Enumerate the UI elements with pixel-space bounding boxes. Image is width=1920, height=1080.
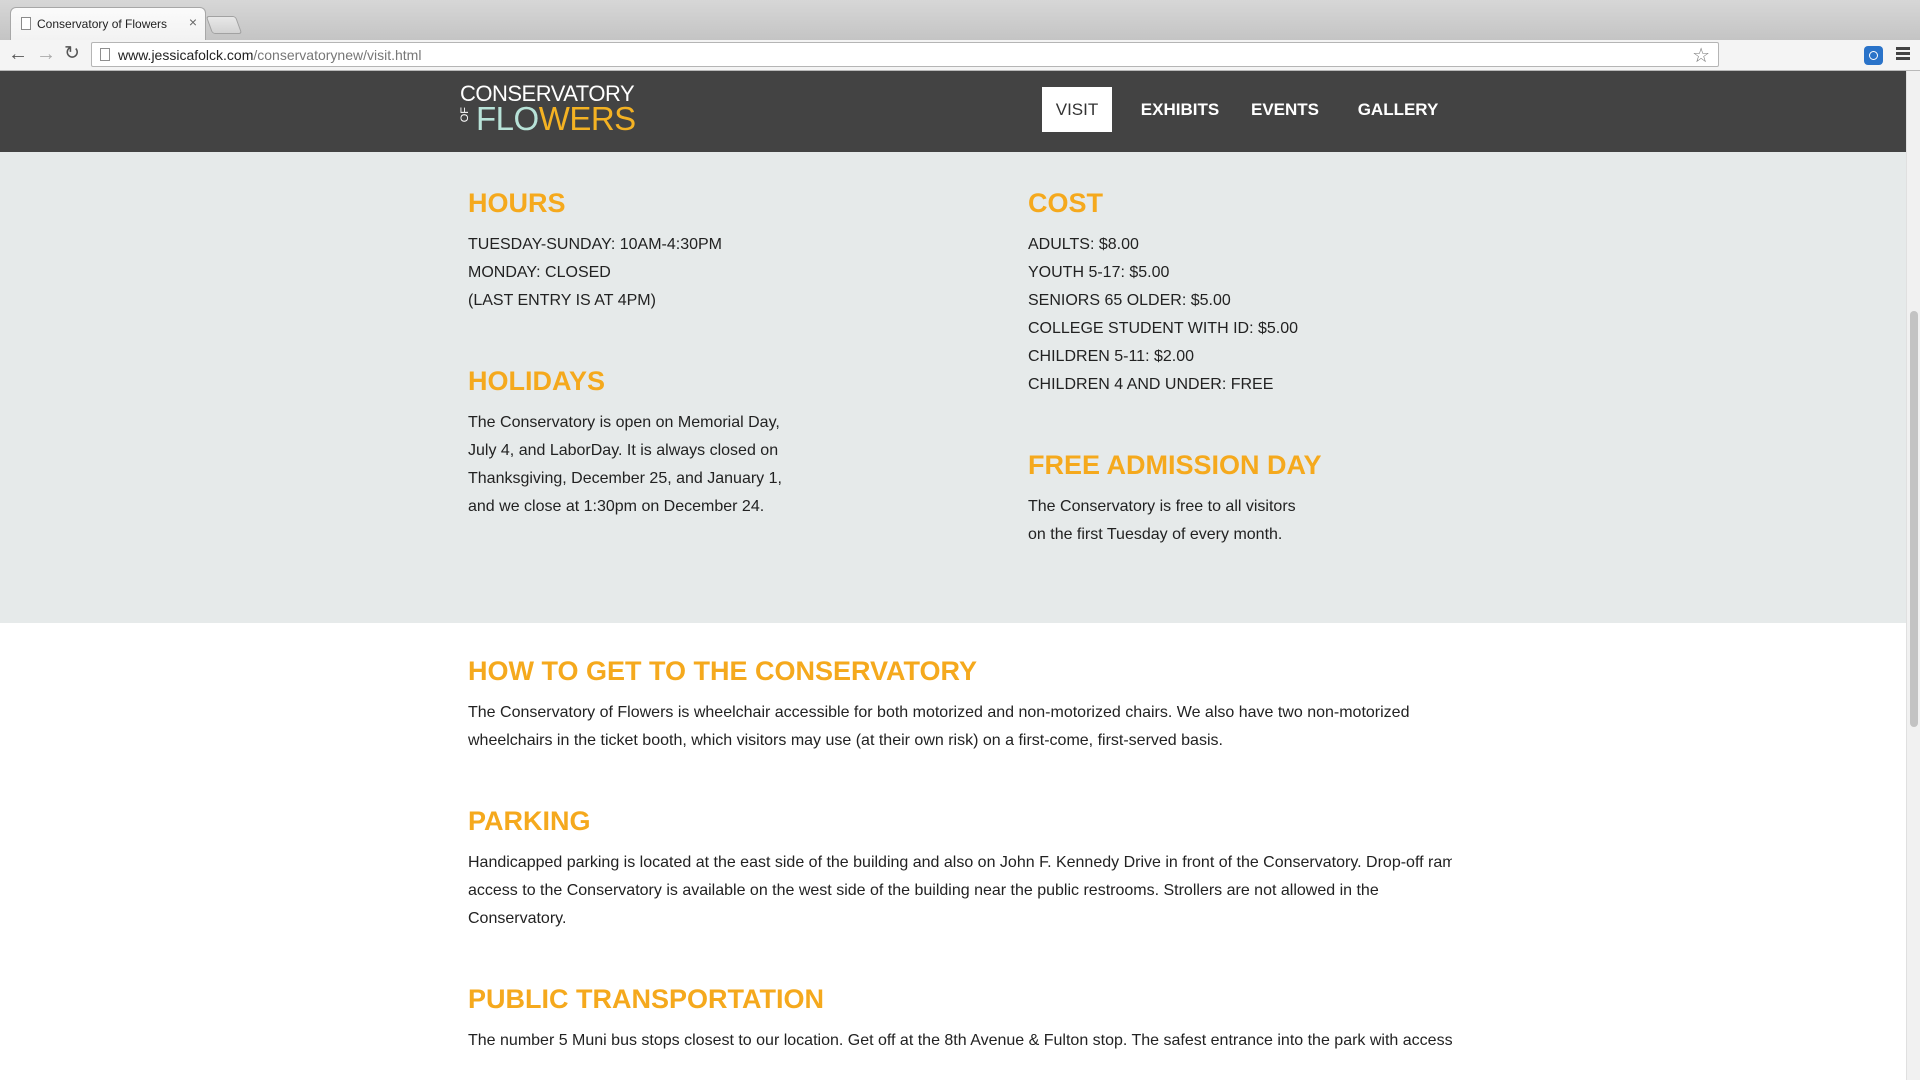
address-bar[interactable]: www.jessicafolck.com/conservatorynew/vis… (91, 42, 1719, 67)
parking-heading: PARKING (468, 806, 591, 836)
holidays-heading: HOLIDAYS (468, 366, 606, 396)
page-scrollbar[interactable] (1906, 71, 1920, 1080)
back-arrow-icon[interactable]: ← (8, 43, 28, 65)
new-tab-button[interactable] (205, 16, 243, 34)
reload-icon[interactable]: ↻ (64, 43, 80, 65)
cost-line: CHILDREN 5-11: $2.00 (1028, 348, 1194, 365)
hours-line: TUESDAY-SUNDAY: 10AM-4:30PM (468, 236, 723, 253)
nav-events[interactable]: EVENTS (1240, 87, 1330, 132)
free-admission-text: The Conservatory is free to all visitors… (1028, 498, 1296, 543)
cost-line: ADULTS: $8.00 (1028, 236, 1139, 253)
hours-list: TUESDAY-SUNDAY: 10AM-4:30PM MONDAY: CLOS… (468, 231, 722, 315)
hours-line: MONDAY: CLOSED (468, 264, 611, 281)
logo-text-flowers: FLOWERS (476, 100, 636, 137)
browser-tabstrip: Conservatory of Flowers × (0, 0, 1920, 40)
url-path: /conservatorynew/visit.html (253, 47, 422, 63)
extension-icon[interactable] (1864, 46, 1883, 65)
url-domain: www.jessicafolck.com (118, 47, 254, 63)
cost-block: COST ADULTS: $8.00 YOUTH 5-17: $5.00 SEN… (1028, 186, 1298, 399)
cost-line: CHILDREN 4 AND UNDER: FREE (1028, 376, 1274, 393)
cost-heading: COST (1028, 188, 1104, 218)
forward-arrow-icon[interactable]: → (36, 43, 56, 65)
page-icon (21, 17, 31, 30)
nav-exhibits[interactable]: EXHIBITS (1130, 87, 1230, 132)
menu-icon[interactable] (1896, 45, 1910, 65)
hours-block: HOURS TUESDAY-SUNDAY: 10AM-4:30PM MONDAY… (468, 186, 722, 315)
directions-text: The Conservatory of Flowers is wheelchai… (468, 704, 1410, 749)
close-icon[interactable]: × (189, 14, 197, 30)
nav-gallery[interactable]: GALLERY (1348, 87, 1448, 132)
browser-toolbar: ← → ↻ www.jessicafolck.com/conservatoryn… (0, 40, 1920, 71)
hours-heading: HOURS (468, 188, 566, 218)
cost-list: ADULTS: $8.00 YOUTH 5-17: $5.00 SENIORS … (1028, 231, 1298, 399)
directions-block: HOW TO GET TO THE CONSERVATORY The Conse… (468, 654, 1409, 755)
url-text[interactable]: www.jessicafolck.com/conservatorynew/vis… (118, 47, 421, 63)
tab-title: Conservatory of Flowers (37, 17, 168, 31)
transit-heading: PUBLIC TRANSPORTATION (468, 984, 824, 1014)
holidays-block: HOLIDAYS The Conservatory is open on Mem… (468, 364, 782, 521)
browser-tab[interactable]: Conservatory of Flowers × (10, 7, 206, 40)
accessibility-section: HOW TO GET TO THE CONSERVATORY The Conse… (0, 623, 1906, 1080)
visit-info-section: HOURS TUESDAY-SUNDAY: 10AM-4:30PM MONDAY… (0, 152, 1906, 623)
cost-line: COLLEGE STUDENT WITH ID: $5.00 (1028, 320, 1298, 337)
bookmark-star-icon[interactable]: ☆ (1692, 43, 1710, 68)
logo-text-of: OF (459, 107, 471, 123)
holidays-text: The Conservatory is open on Memorial Day… (468, 414, 782, 515)
transit-text: The number 5 Muni bus stops closest to o… (468, 1032, 1452, 1049)
nav-visit[interactable]: VISIT (1042, 87, 1112, 132)
transit-block: PUBLIC TRANSPORTATION The number 5 Muni … (468, 982, 1452, 1055)
cost-line: YOUTH 5-17: $5.00 (1028, 264, 1170, 281)
directions-heading: HOW TO GET TO THE CONSERVATORY (468, 656, 978, 686)
hours-line: (LAST ENTRY IS AT 4PM) (468, 292, 656, 309)
free-admission-block: FREE ADMISSION DAY The Conservatory is f… (1028, 448, 1322, 549)
cost-line: SENIORS 65 OLDER: $5.00 (1028, 292, 1231, 309)
parking-block: PARKING Handicapped parking is located a… (468, 804, 1452, 933)
page-viewport: CONSERVATORY OF FLOWERS VISIT EXHIBITS E… (0, 71, 1906, 1080)
page-icon (100, 48, 110, 61)
scrollbar-thumb[interactable] (1910, 311, 1918, 727)
site-header: CONSERVATORY OF FLOWERS VISIT EXHIBITS E… (0, 71, 1906, 152)
free-admission-heading: FREE ADMISSION DAY (1028, 450, 1322, 480)
site-logo[interactable]: CONSERVATORY OF FLOWERS (459, 83, 636, 137)
parking-text: Handicapped parking is located at the ea… (468, 854, 1452, 927)
